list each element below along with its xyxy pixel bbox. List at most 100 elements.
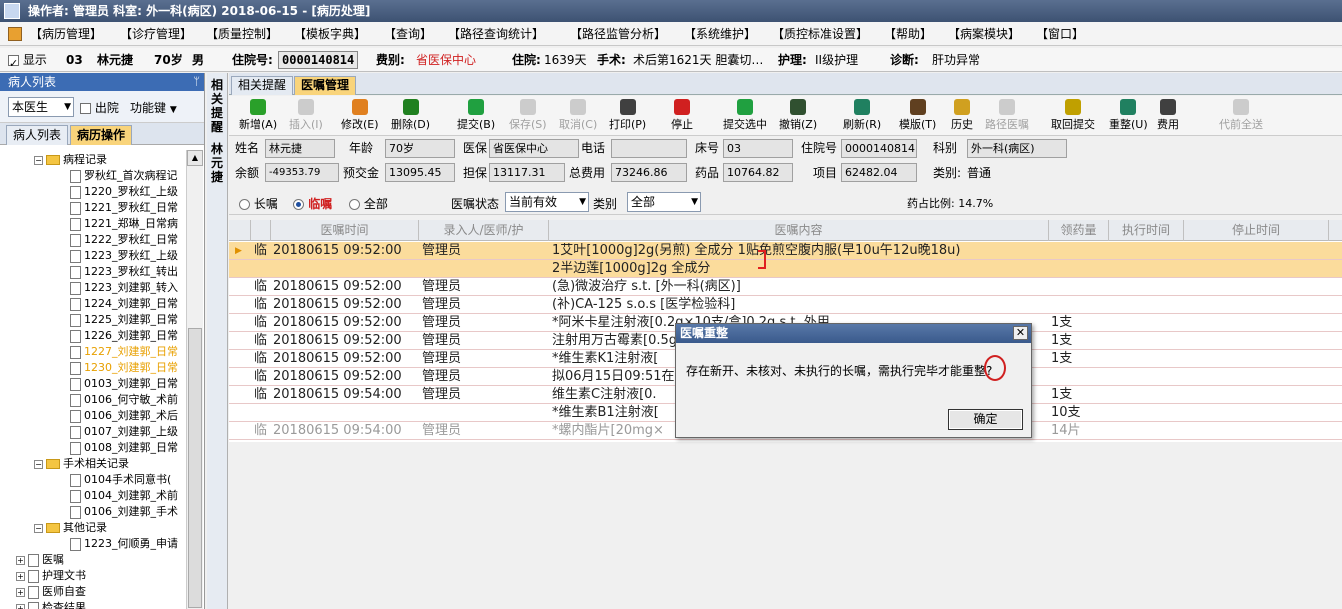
collapse-icon[interactable]: − bbox=[34, 459, 43, 469]
tree-item-label: 0104_刘建郭_术前 bbox=[84, 489, 178, 502]
menu-system[interactable]: 【系统维护】 bbox=[684, 22, 756, 46]
tree-item[interactable]: 0106_刘建郭_术后 bbox=[70, 408, 178, 424]
table-row[interactable]: ▶ 临 20180615 09:52:00 管理员 1艾叶[1000g]2g(另煎) 全… bbox=[229, 242, 1342, 260]
tree-item[interactable]: 1225_刘建郭_日常 bbox=[70, 312, 178, 328]
tree-item[interactable]: 1223_罗秋红_上级 bbox=[70, 248, 178, 264]
tree-item[interactable]: 1230_刘建郭_日常 bbox=[70, 360, 178, 376]
function-key-button[interactable]: 功能键 ▼ bbox=[130, 99, 177, 116]
toolbar-button[interactable]: 插入(I) bbox=[289, 99, 323, 132]
menu-record-module[interactable]: 【病案模块】 bbox=[948, 22, 1020, 46]
tab-record-ops[interactable]: 病历操作 bbox=[70, 125, 133, 145]
tree-item[interactable]: 1227_刘建郭_日常 bbox=[70, 344, 178, 360]
discharge-checkbox[interactable]: 出院 bbox=[80, 99, 119, 116]
menu-path-analysis[interactable]: 【路径监管分析】 bbox=[570, 22, 666, 46]
table-row[interactable]: 临 20180615 09:52:00 管理员 (补)CA-125 s.o.s [医学… bbox=[229, 296, 1342, 314]
toolbar-button[interactable]: 模版(T) bbox=[899, 99, 936, 132]
tree-item[interactable]: − 手术相关记录 bbox=[34, 456, 129, 472]
toolbar-button[interactable]: 停止 bbox=[671, 99, 693, 132]
tab-patient-list[interactable]: 病人列表 bbox=[6, 125, 69, 145]
toolbar-button[interactable]: 取回提交 bbox=[1051, 99, 1095, 132]
menu-medical-record[interactable]: 【病历管理】 bbox=[30, 22, 102, 46]
toolbar-button[interactable]: 打印(P) bbox=[609, 99, 646, 132]
tree-item[interactable]: 0104_刘建郭_术前 bbox=[70, 488, 178, 504]
toolbar-button[interactable]: 重整(U) bbox=[1109, 99, 1148, 132]
grid-header-exec[interactable]: 执行时间 bbox=[1109, 220, 1184, 241]
tree-item[interactable]: 0108_刘建郭_日常 bbox=[70, 440, 178, 456]
toolbar-button[interactable]: 费用 bbox=[1157, 99, 1179, 132]
menu-quality[interactable]: 【质量控制】 bbox=[206, 22, 278, 46]
long-order-radio[interactable]: 长嘱 bbox=[239, 195, 278, 212]
tree-item[interactable]: 1223_罗秋红_转出 bbox=[70, 264, 178, 280]
expand-icon[interactable]: + bbox=[16, 587, 25, 597]
table-row[interactable]: 临 20180615 09:52:00 管理员 (急)微波治疗 s.t. [外一科(病… bbox=[229, 278, 1342, 296]
tree-item[interactable]: 1226_刘建郭_日常 bbox=[70, 328, 178, 344]
tree-item[interactable]: 0107_刘建郭_上级 bbox=[70, 424, 178, 440]
toolbar-button[interactable]: 提交选中 bbox=[723, 99, 767, 132]
tree-item[interactable]: 1221_郑琳_日常病 bbox=[70, 216, 178, 232]
tree-item[interactable]: 0106_何守敏_术前 bbox=[70, 392, 178, 408]
toolbar-icon bbox=[790, 99, 807, 115]
doctor-select[interactable]: 本医生 ▼ bbox=[8, 97, 74, 117]
tree-item[interactable]: − 其他记录 bbox=[34, 520, 107, 536]
order-state-select[interactable]: 当前有效 ▼ bbox=[505, 192, 589, 212]
scroll-up-icon[interactable]: ▲ bbox=[187, 150, 203, 166]
tree-item[interactable]: + 检查结果 bbox=[16, 600, 86, 609]
tree-item[interactable]: 1221_罗秋红_日常 bbox=[70, 200, 178, 216]
toolbar-button[interactable]: 提交(B) bbox=[457, 99, 495, 132]
toolbar-button[interactable]: 历史 bbox=[951, 99, 973, 132]
menu-template[interactable]: 【模板字典】 bbox=[294, 22, 366, 46]
collapse-icon[interactable]: − bbox=[34, 523, 43, 533]
order-category-select[interactable]: 全部 ▼ bbox=[627, 192, 701, 212]
menu-window[interactable]: 【窗口】 bbox=[1036, 22, 1084, 46]
grid-header-entry[interactable]: 录入人/医师/护 bbox=[419, 220, 549, 241]
tree-item[interactable]: 1223_何顺勇_申请 bbox=[70, 536, 178, 552]
tree-scrollbar[interactable]: ▲ bbox=[186, 150, 203, 609]
close-icon[interactable]: ✕ bbox=[1013, 326, 1028, 340]
scroll-thumb[interactable] bbox=[188, 328, 202, 608]
expand-icon[interactable]: + bbox=[16, 603, 25, 609]
expand-icon[interactable]: + bbox=[16, 555, 25, 565]
toolbar-button[interactable]: 刷新(R) bbox=[843, 99, 881, 132]
tab-order-management[interactable]: 医嘱管理 bbox=[294, 76, 357, 95]
tree-item[interactable]: 0106_刘建郭_手术 bbox=[70, 504, 178, 520]
all-order-radio[interactable]: 全部 bbox=[349, 195, 388, 212]
tree-item[interactable]: 罗秋红_首次病程记 bbox=[70, 168, 178, 184]
toolbar-button[interactable]: 取消(C) bbox=[559, 99, 597, 132]
toolbar-button[interactable]: 删除(D) bbox=[391, 99, 430, 132]
menu-diagnosis[interactable]: 【诊疗管理】 bbox=[120, 22, 192, 46]
tree-item[interactable]: − 病程记录 bbox=[34, 152, 107, 168]
document-icon bbox=[70, 265, 81, 279]
collapse-icon[interactable]: − bbox=[34, 155, 43, 165]
expand-icon[interactable]: + bbox=[16, 571, 25, 581]
tree-item[interactable]: 0103_刘建郭_日常 bbox=[70, 376, 178, 392]
grid-header-content[interactable]: 医嘱内容 bbox=[549, 220, 1049, 241]
tab-reminders[interactable]: 相关提醒 bbox=[231, 76, 294, 95]
toolbar-button[interactable]: 撤销(Z) bbox=[779, 99, 817, 132]
grid-header-stop[interactable]: 停止时间 bbox=[1184, 220, 1329, 241]
tree-item[interactable]: 1223_刘建郭_转入 bbox=[70, 280, 178, 296]
menu-qc-settings[interactable]: 【质控标准设置】 bbox=[772, 22, 868, 46]
temp-order-radio[interactable]: 临嘱 bbox=[293, 195, 332, 212]
tree-item[interactable]: 0104手术同意书( bbox=[70, 472, 171, 488]
toolbar-button[interactable]: 代前全送 bbox=[1219, 99, 1263, 132]
show-checkbox[interactable]: 显示 bbox=[8, 48, 47, 76]
toolbar-button[interactable]: 路径医嘱 bbox=[985, 99, 1029, 132]
tree-item[interactable]: + 护理文书 bbox=[16, 568, 86, 584]
toolbar-button[interactable]: 修改(E) bbox=[341, 99, 379, 132]
tree-item[interactable]: + 医师自查 bbox=[16, 584, 86, 600]
pin-icon[interactable]: ᛘ bbox=[193, 73, 200, 91]
vertical-reminder-strip[interactable]: 相关提醒林元捷 bbox=[207, 73, 228, 609]
menu-query[interactable]: 【查询】 bbox=[384, 22, 432, 46]
grid-header-time[interactable]: 医嘱时间 bbox=[271, 220, 419, 241]
menu-path-stats[interactable]: 【路径查询统计】 bbox=[448, 22, 544, 46]
ok-button[interactable]: 确定 bbox=[948, 409, 1023, 430]
tree-item[interactable]: 1222_罗秋红_日常 bbox=[70, 232, 178, 248]
toolbar-button[interactable]: 新增(A) bbox=[239, 99, 277, 132]
table-row[interactable]: 2半边莲[1000g]2g 全成分 bbox=[229, 260, 1342, 278]
grid-header-qty[interactable]: 领药量 bbox=[1049, 220, 1109, 241]
toolbar-button[interactable]: 保存(S) bbox=[509, 99, 547, 132]
menu-help[interactable]: 【帮助】 bbox=[884, 22, 932, 46]
tree-item[interactable]: + 医嘱 bbox=[16, 552, 64, 568]
tree-item[interactable]: 1220_罗秋红_上级 bbox=[70, 184, 178, 200]
tree-item[interactable]: 1224_刘建郭_日常 bbox=[70, 296, 178, 312]
